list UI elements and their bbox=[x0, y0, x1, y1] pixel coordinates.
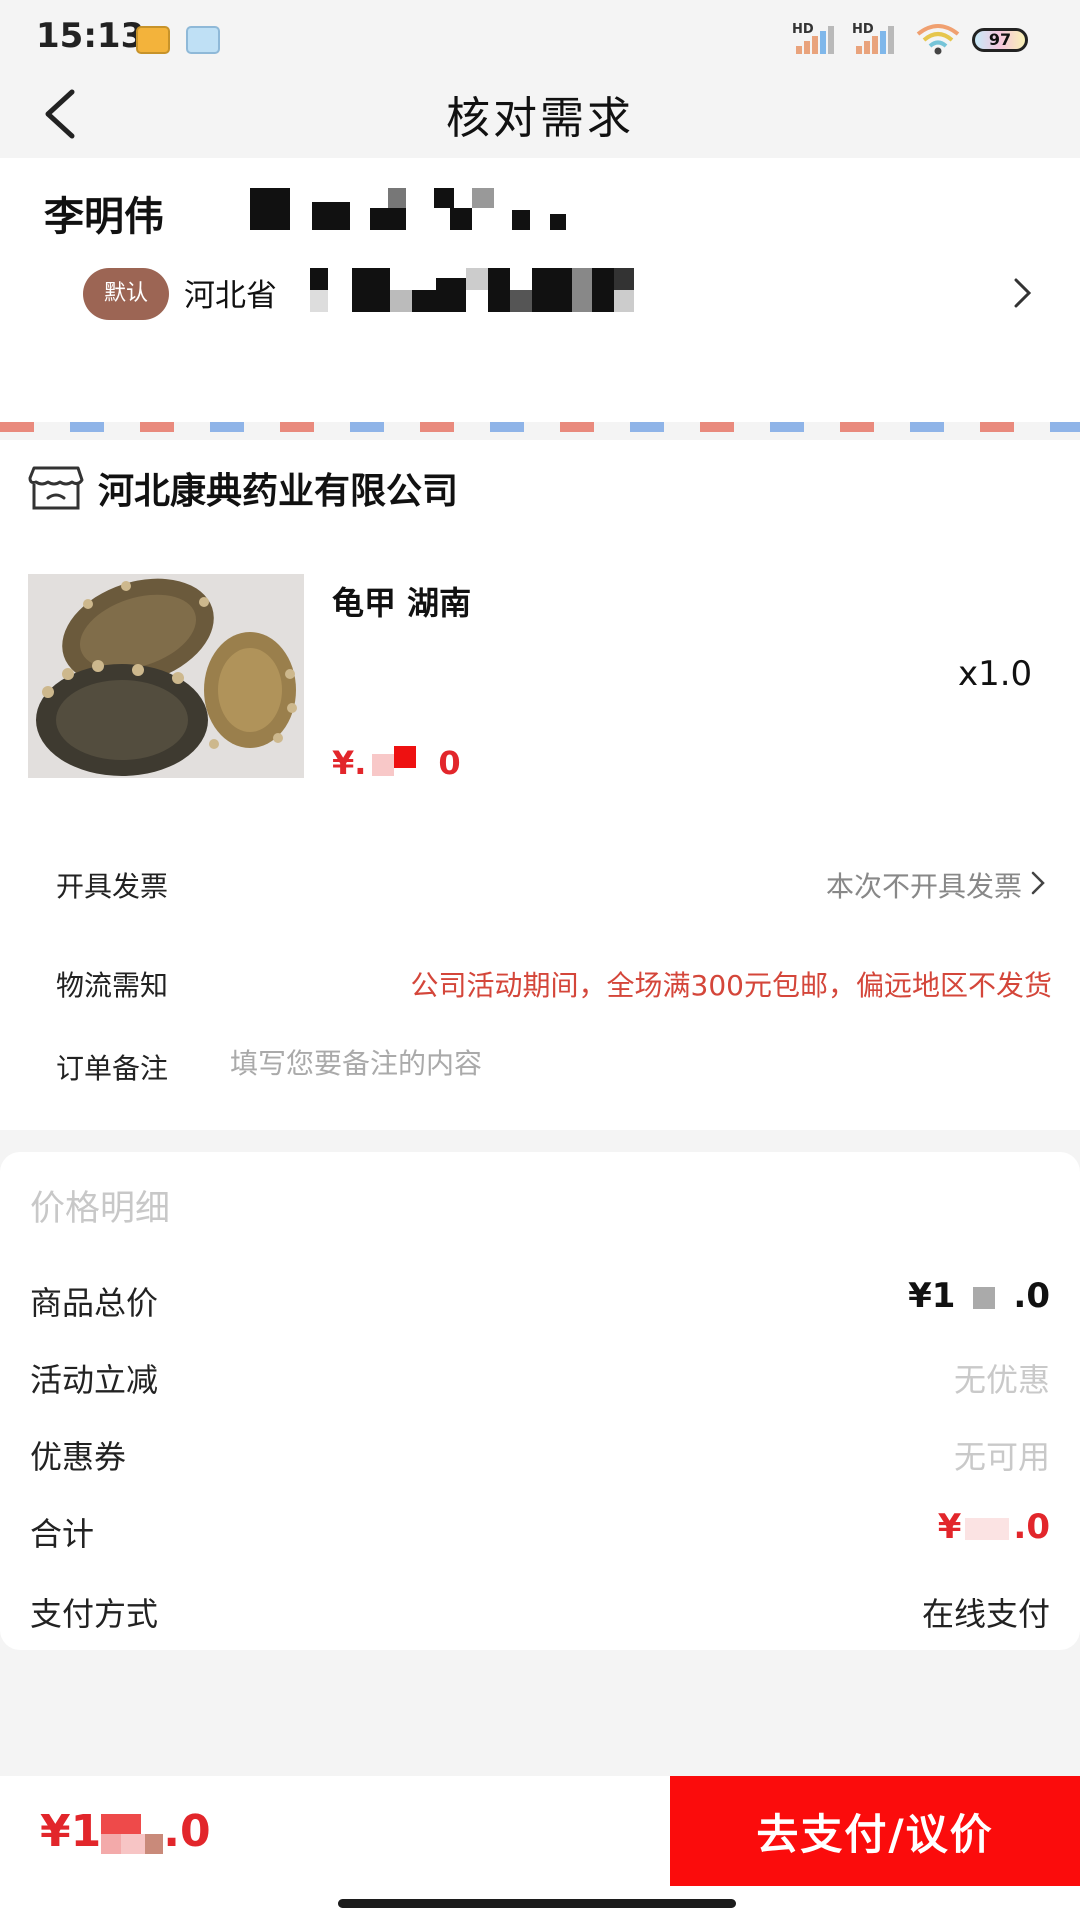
wifi-icon bbox=[916, 24, 960, 55]
chevron-right-icon[interactable] bbox=[1010, 276, 1034, 310]
logistics-notice: 公司活动期间，全场满300元包邮，偏远地区不发货 bbox=[410, 969, 1052, 1002]
goods-total-label: 商品总价 bbox=[30, 1284, 159, 1322]
battery-icon: 97 bbox=[972, 28, 1028, 52]
product-image[interactable] bbox=[28, 574, 304, 778]
product-price-tail: 0 bbox=[438, 744, 461, 782]
product-price-prefix: ¥. bbox=[332, 744, 367, 782]
product-name[interactable]: 龟甲 湖南 bbox=[332, 578, 471, 624]
bottom-total-suffix: .0 bbox=[163, 1806, 211, 1857]
order-card bbox=[0, 440, 1080, 1130]
page-title: 核对需求 bbox=[446, 93, 634, 144]
coupon-value[interactable]: 无可用 bbox=[954, 1432, 1050, 1478]
signal-hd-label: HD bbox=[792, 22, 814, 37]
invoice-chevron-icon[interactable] bbox=[1030, 870, 1046, 896]
mail-notification-icon bbox=[186, 26, 220, 54]
signal-hd-label-2: HD bbox=[852, 22, 874, 37]
price-detail-heading: 价格明细 bbox=[30, 1189, 171, 1229]
invoice-label: 开具发票 bbox=[56, 870, 169, 903]
product-quantity: x1.0 bbox=[958, 654, 1033, 694]
product-price: ¥. 0 bbox=[332, 744, 461, 782]
sum-label: 合计 bbox=[30, 1515, 95, 1553]
logistics-label: 物流需知 bbox=[56, 969, 169, 1002]
sum-value: ¥ .0 bbox=[938, 1507, 1050, 1547]
bottom-total-price: ¥1 .0 bbox=[40, 1806, 211, 1857]
invoice-value[interactable]: 本次不开具发票 bbox=[826, 865, 1022, 905]
app-notification-icon bbox=[136, 26, 170, 54]
coupon-label: 优惠券 bbox=[30, 1438, 127, 1476]
envelope-stripe-divider bbox=[0, 422, 1080, 432]
goods-total-value-prefix: ¥1 bbox=[908, 1276, 956, 1316]
cell-signal-icon-2: HD bbox=[852, 22, 898, 54]
recipient-name: 李明伟 bbox=[44, 194, 164, 240]
payment-method-value: 在线支付 bbox=[921, 1595, 1050, 1633]
store-name[interactable]: 河北康典药业有限公司 bbox=[98, 462, 458, 514]
default-address-badge: 默认 bbox=[83, 268, 169, 320]
cell-signal-icon: HD bbox=[792, 22, 838, 54]
tortoise-shell-image bbox=[28, 574, 304, 778]
goods-total-value-suffix: .0 bbox=[1013, 1276, 1050, 1316]
redacted-phone bbox=[250, 188, 570, 232]
bottom-total-prefix: ¥1 bbox=[40, 1806, 102, 1857]
redacted-address bbox=[310, 268, 652, 312]
payment-method-label: 支付方式 bbox=[30, 1595, 159, 1633]
sum-value-suffix: .0 bbox=[1013, 1507, 1050, 1547]
goods-total-value: ¥1 .0 bbox=[908, 1276, 1050, 1316]
home-indicator[interactable] bbox=[338, 1899, 736, 1908]
remark-input[interactable] bbox=[230, 1040, 1030, 1086]
status-time: 15:13 bbox=[36, 16, 145, 56]
remark-label: 订单备注 bbox=[56, 1052, 169, 1085]
store-icon bbox=[28, 466, 84, 510]
sum-value-prefix: ¥ bbox=[937, 1507, 962, 1547]
discount-label: 活动立减 bbox=[30, 1361, 159, 1399]
discount-value: 无优惠 bbox=[953, 1361, 1050, 1399]
address-province: 河北省 bbox=[184, 278, 277, 314]
pay-negotiate-button[interactable]: 去支付/议价 bbox=[670, 1776, 1080, 1886]
